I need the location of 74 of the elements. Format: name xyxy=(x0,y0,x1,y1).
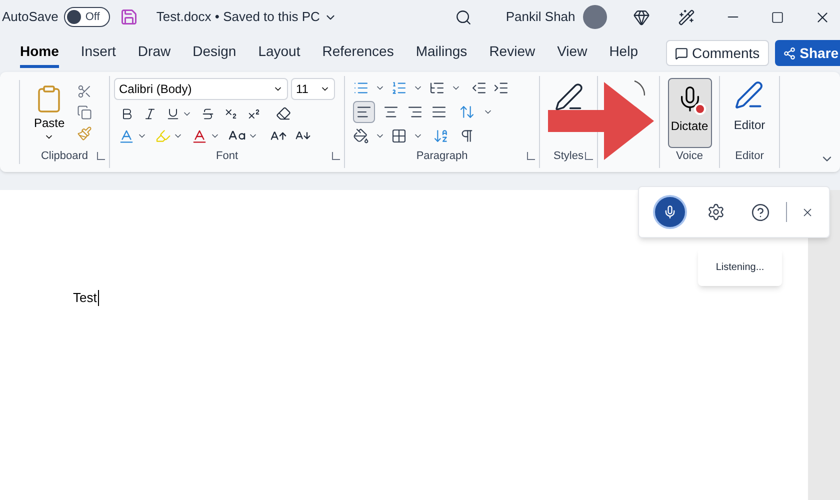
styles-gallery-icon[interactable] xyxy=(554,82,584,112)
align-left-icon xyxy=(356,104,372,120)
dialog-launcher-icon[interactable] xyxy=(332,152,340,160)
ribbon-tab[interactable]: Review xyxy=(489,38,536,68)
wand-icon[interactable] xyxy=(678,8,696,26)
underline-icon[interactable] xyxy=(166,106,180,120)
share-button[interactable]: Share xyxy=(774,40,840,66)
maximize-icon[interactable] xyxy=(771,10,784,24)
document-title[interactable]: Test.docx • Saved to this PC xyxy=(156,7,320,27)
comment-icon xyxy=(674,46,688,60)
dialog-launcher-icon[interactable] xyxy=(527,152,535,160)
ribbon-tab[interactable]: View xyxy=(557,38,588,68)
line-spacing-icon[interactable] xyxy=(459,104,475,120)
align-right-icon[interactable] xyxy=(407,104,423,120)
clear-formatting-icon[interactable] xyxy=(276,106,291,121)
ribbon-tab[interactable]: Layout xyxy=(258,38,300,68)
font-size-dropdown[interactable]: 11 xyxy=(291,78,335,100)
sort-icon[interactable] xyxy=(433,128,449,144)
ribbon-tab[interactable]: Draw xyxy=(138,38,171,68)
bold-icon[interactable] xyxy=(120,106,134,120)
settings-icon[interactable] xyxy=(707,203,725,221)
ribbon-tab[interactable]: Mailings xyxy=(416,38,468,68)
group-label: Font xyxy=(216,148,238,164)
editor-button[interactable]: Editor xyxy=(734,80,766,134)
justify-icon[interactable] xyxy=(431,104,447,120)
decrease-indent-icon[interactable] xyxy=(471,80,487,96)
avatar[interactable] xyxy=(583,5,608,29)
increase-indent-icon[interactable] xyxy=(493,80,509,96)
autosave-toggle[interactable]: Off xyxy=(64,7,110,27)
ribbon-tab[interactable]: Design xyxy=(192,38,236,68)
group-label: Clipboard xyxy=(40,148,88,164)
user-name[interactable]: Pankil Shah xyxy=(506,7,576,27)
text-effects-icon[interactable] xyxy=(118,128,135,144)
pilcrow-icon[interactable] xyxy=(459,128,475,144)
copy-icon[interactable] xyxy=(76,105,92,120)
dialog-launcher-icon[interactable] xyxy=(97,152,105,160)
align-center-icon[interactable] xyxy=(383,104,399,120)
circle-arc-icon[interactable] xyxy=(634,80,645,96)
diamond-icon[interactable] xyxy=(633,8,650,26)
ribbon-tab[interactable]: Help xyxy=(609,38,638,68)
borders-icon[interactable] xyxy=(391,128,407,144)
dialog-launcher-icon[interactable] xyxy=(585,152,593,160)
ribbon-tab[interactable]: Home xyxy=(20,38,59,68)
microphone-button[interactable] xyxy=(655,197,685,227)
share-icon xyxy=(782,46,796,60)
ribbon-tab[interactable]: References xyxy=(322,38,394,68)
paintbrush-icon[interactable] xyxy=(76,126,92,141)
multilevel-list-icon[interactable] xyxy=(429,80,445,96)
tooltip-text: Listening... xyxy=(716,260,764,274)
paste-button[interactable]: Paste xyxy=(34,84,65,142)
strikethrough-icon[interactable] xyxy=(201,106,215,120)
group-label: Styles xyxy=(554,148,584,164)
help-icon[interactable] xyxy=(751,202,770,222)
comments-button[interactable]: Comments xyxy=(666,40,769,66)
shading-icon[interactable] xyxy=(353,128,369,144)
autosave-label: AutoSave xyxy=(2,8,58,26)
dictate-button[interactable]: Dictate xyxy=(668,78,712,148)
search-icon[interactable] xyxy=(454,8,472,26)
document-text: Test xyxy=(73,289,97,307)
font-name-dropdown[interactable]: Calibri (Body) xyxy=(114,78,288,100)
superscript-icon[interactable] xyxy=(247,106,261,120)
numbering-icon[interactable] xyxy=(391,80,407,96)
text-cursor xyxy=(98,290,99,306)
subscript-icon[interactable] xyxy=(224,106,238,120)
group-label: Editor xyxy=(735,148,764,164)
ribbon-tab[interactable]: Insert xyxy=(80,38,116,68)
font-color-icon[interactable] xyxy=(191,128,208,144)
save-icon[interactable] xyxy=(120,8,138,26)
scissors-icon[interactable] xyxy=(76,84,92,99)
group-label: Paragraph xyxy=(416,148,468,164)
group-label: Voice xyxy=(676,148,703,164)
italic-icon[interactable] xyxy=(143,106,157,120)
microphone-icon xyxy=(663,205,677,219)
align-left-button[interactable] xyxy=(353,101,375,123)
